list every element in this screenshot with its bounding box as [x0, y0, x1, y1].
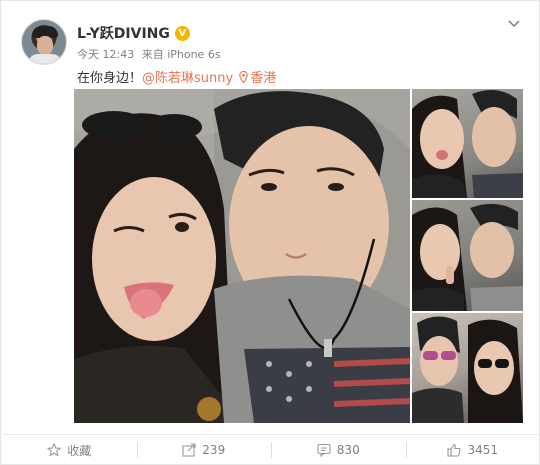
- post-text-content: 在你身边！: [77, 71, 143, 86]
- location-label: 香港: [250, 71, 277, 86]
- post-source: 来自 iPhone 6s: [141, 48, 221, 61]
- repost-count: 239: [202, 443, 226, 457]
- thumb-photo-3: [412, 316, 523, 423]
- comment-button[interactable]: 830: [271, 435, 406, 465]
- selfie-photo: [74, 89, 410, 423]
- thumb-photo-2: [412, 203, 523, 311]
- mention-link[interactable]: @陈若琳sunny: [142, 71, 233, 86]
- user-avatar[interactable]: [21, 19, 67, 65]
- chevron-down-icon[interactable]: [507, 17, 521, 31]
- comment-icon: [317, 443, 331, 457]
- thumb-photo-1: [412, 90, 523, 198]
- post-text: 在你身边！@陈若琳sunny 香港: [77, 67, 276, 86]
- star-icon: [47, 443, 62, 457]
- favorite-label: 收藏: [67, 443, 92, 458]
- post-author: L-Y跃DIVING V: [77, 23, 190, 43]
- avatar-shirt: [28, 54, 62, 64]
- like-button[interactable]: 3451: [405, 435, 540, 465]
- share-icon: [182, 443, 196, 457]
- thumbs-up-icon: [447, 443, 461, 457]
- favorite-button[interactable]: 收藏: [2, 435, 137, 465]
- post-time[interactable]: 今天 12:43: [77, 48, 134, 61]
- post-image-thumb-2[interactable]: [412, 200, 523, 311]
- repost-button[interactable]: 239: [136, 435, 272, 465]
- post-image-thumb-1[interactable]: [412, 89, 523, 198]
- location-pin-icon: [239, 71, 248, 83]
- action-bar: 收藏 239 830 3451: [2, 435, 540, 465]
- post-image-main[interactable]: [74, 89, 410, 423]
- username-link[interactable]: L-Y跃DIVING: [77, 23, 170, 43]
- comment-count: 830: [336, 443, 360, 457]
- location-link[interactable]: 香港: [239, 71, 276, 86]
- post-image-thumb-3[interactable]: [412, 313, 523, 423]
- post-meta: 今天 12:43 来自 iPhone 6s: [77, 46, 225, 62]
- like-count: 3451: [467, 443, 499, 457]
- weibo-post-card: L-Y跃DIVING V 今天 12:43 来自 iPhone 6s 在你身边！…: [0, 0, 540, 465]
- avatar-face: [37, 36, 53, 55]
- verified-icon: V: [174, 25, 190, 41]
